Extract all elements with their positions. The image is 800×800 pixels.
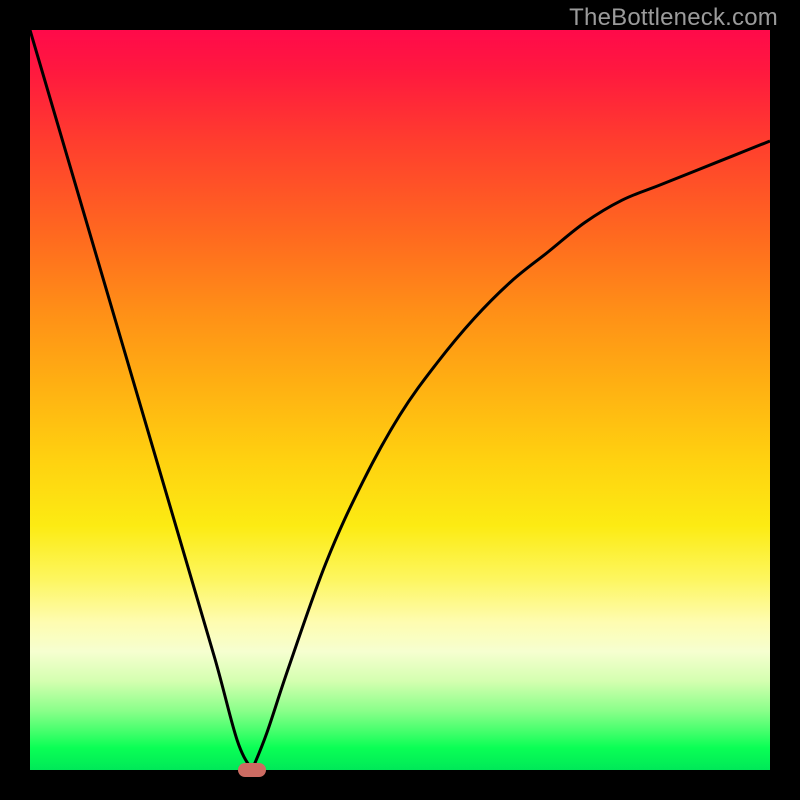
watermark-text: TheBottleneck.com [569,4,778,32]
plot-area [30,30,770,770]
optimal-point-marker [238,763,266,777]
chart-frame: TheBottleneck.com [0,0,800,800]
